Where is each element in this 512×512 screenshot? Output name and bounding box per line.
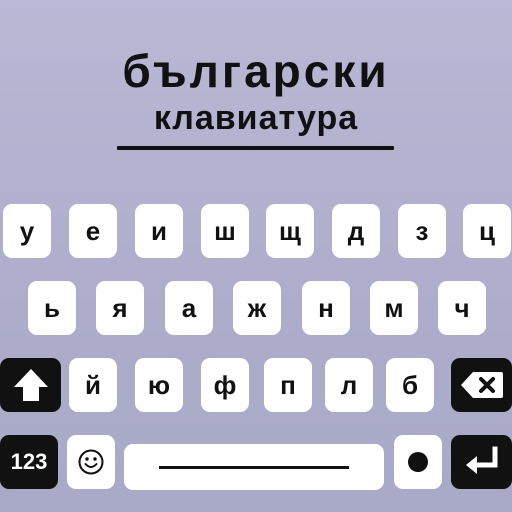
key-soft-sign[interactable]: ь (28, 281, 76, 335)
backspace-icon (459, 370, 505, 400)
emoji-key[interactable] (67, 435, 115, 489)
enter-icon (462, 446, 502, 478)
space-bar-line (159, 465, 349, 469)
key-short-i[interactable]: й (69, 358, 117, 412)
enter-key[interactable] (451, 435, 512, 489)
key-ts[interactable]: ц (463, 204, 511, 258)
shift-arrow-icon (11, 365, 51, 405)
dot-key[interactable] (394, 435, 442, 489)
shift-key[interactable] (0, 358, 61, 412)
page-subtitle: клавиатура (153, 99, 359, 137)
emoji-icon (77, 448, 105, 476)
backspace-key[interactable] (451, 358, 512, 412)
key-n[interactable]: н (302, 281, 350, 335)
key-f[interactable]: ф (201, 358, 249, 412)
key-d[interactable]: д (332, 204, 380, 258)
key-e[interactable]: е (69, 204, 117, 258)
dot-icon (407, 451, 429, 473)
numbers-key[interactable]: 123 (0, 435, 58, 489)
key-u[interactable]: у (3, 204, 51, 258)
key-zh[interactable]: ж (233, 281, 281, 335)
key-sht[interactable]: щ (266, 204, 314, 258)
page-title: български (122, 45, 390, 97)
key-ya[interactable]: я (96, 281, 144, 335)
key-l[interactable]: л (325, 358, 373, 412)
key-p[interactable]: п (264, 358, 312, 412)
key-sh[interactable]: ш (201, 204, 249, 258)
key-m[interactable]: м (370, 281, 418, 335)
title-underline (117, 146, 394, 150)
key-i[interactable]: и (135, 204, 183, 258)
key-ch[interactable]: ч (438, 281, 486, 335)
key-yu[interactable]: ю (135, 358, 183, 412)
key-z[interactable]: з (398, 204, 446, 258)
key-a[interactable]: а (165, 281, 213, 335)
key-b[interactable]: б (386, 358, 434, 412)
space-key[interactable] (124, 444, 384, 490)
